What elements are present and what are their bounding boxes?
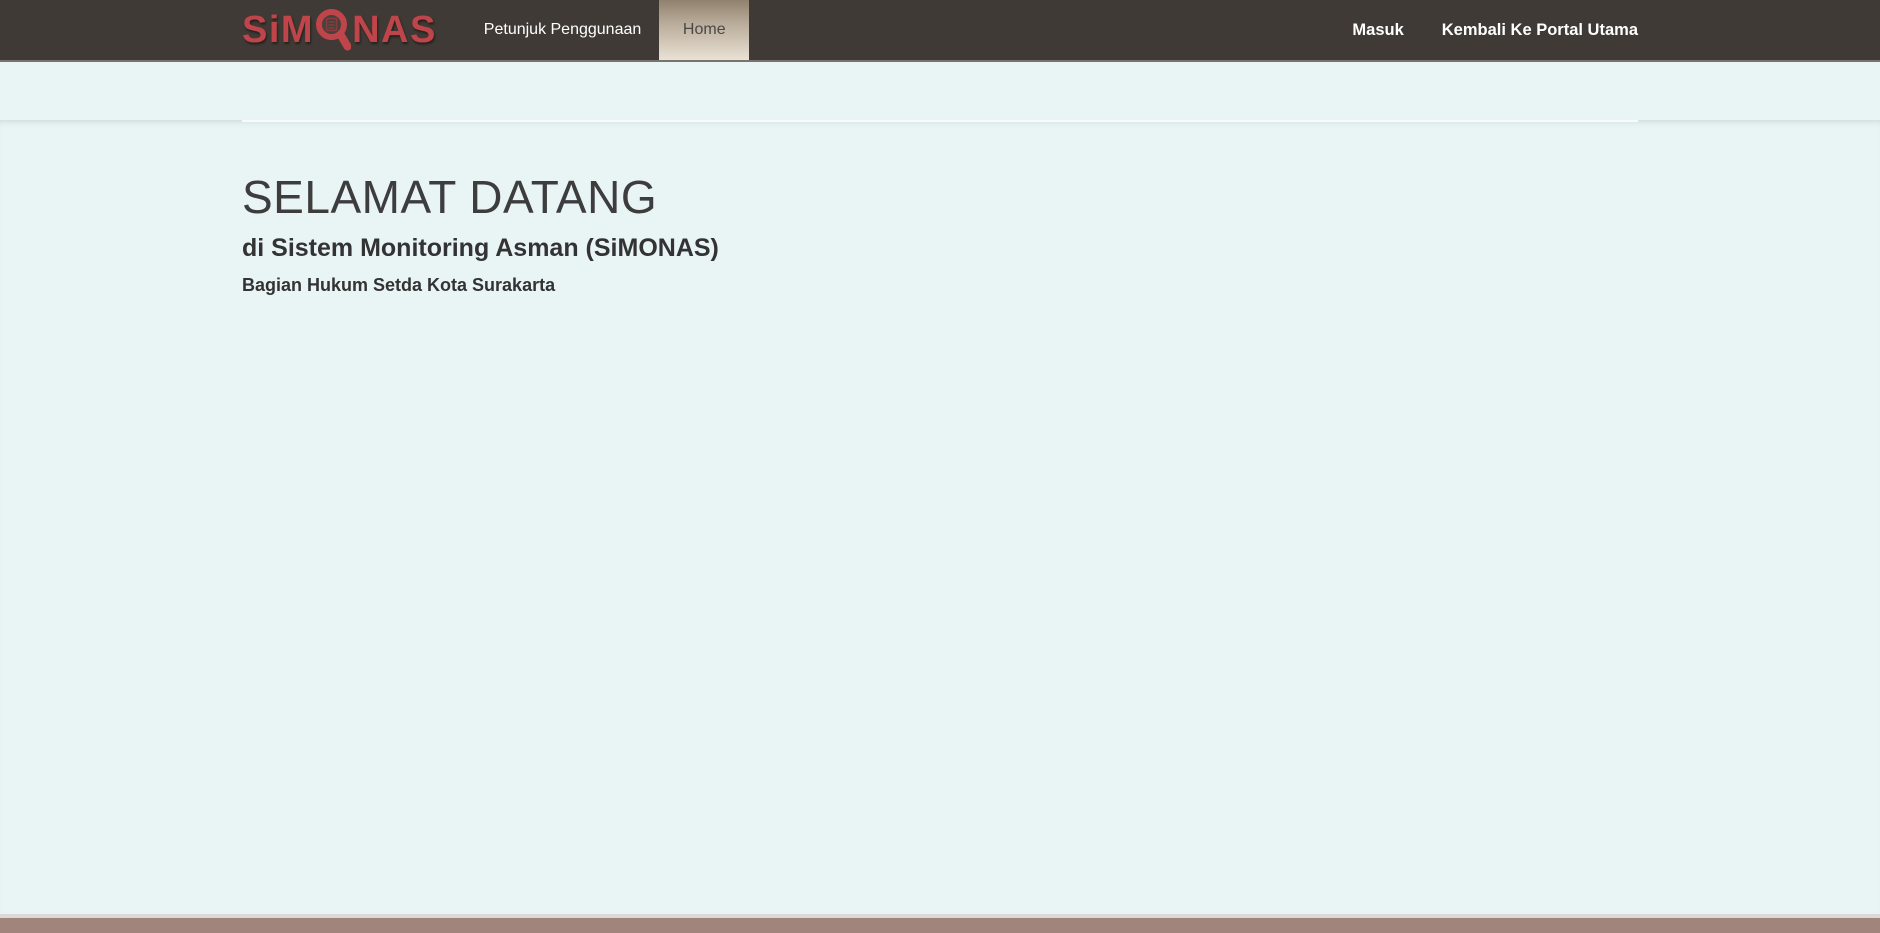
logo-text-left: SiM (242, 11, 314, 49)
simonas-logo[interactable]: SiM NAS (242, 4, 437, 57)
nav-item-masuk[interactable]: Masuk (1352, 21, 1403, 40)
page-title: SELAMAT DATANG (242, 173, 1638, 221)
main-nav: Petunjuk Penggunaan Home (475, 0, 749, 60)
org-line: Bagian Hukum Setda Kota Surakarta (242, 275, 1638, 296)
page-footer: © Bagian Hukum Sekretariat Daerah Kota S… (0, 914, 1880, 933)
magnifier-icon (315, 8, 351, 61)
welcome-block: SELAMAT DATANG di Sistem Monitoring Asma… (242, 173, 1638, 296)
main-content: SELAMAT DATANG di Sistem Monitoring Asma… (0, 120, 1880, 914)
logo-text-right: NAS (352, 11, 437, 49)
nav-item-kembali-ke-portal-utama[interactable]: Kembali Ke Portal Utama (1442, 21, 1638, 40)
auth-nav: Masuk Kembali Ke Portal Utama (1352, 0, 1638, 60)
content-divider (242, 120, 1638, 122)
page-subtitle: di Sistem Monitoring Asman (SiMONAS) (242, 234, 1638, 263)
top-navbar: SiM NAS Petunjuk Penggunaan Home Masuk K… (0, 0, 1880, 62)
nav-item-home[interactable]: Home (659, 0, 749, 60)
nav-item-petunjuk-penggunaan[interactable]: Petunjuk Penggunaan (475, 0, 650, 60)
